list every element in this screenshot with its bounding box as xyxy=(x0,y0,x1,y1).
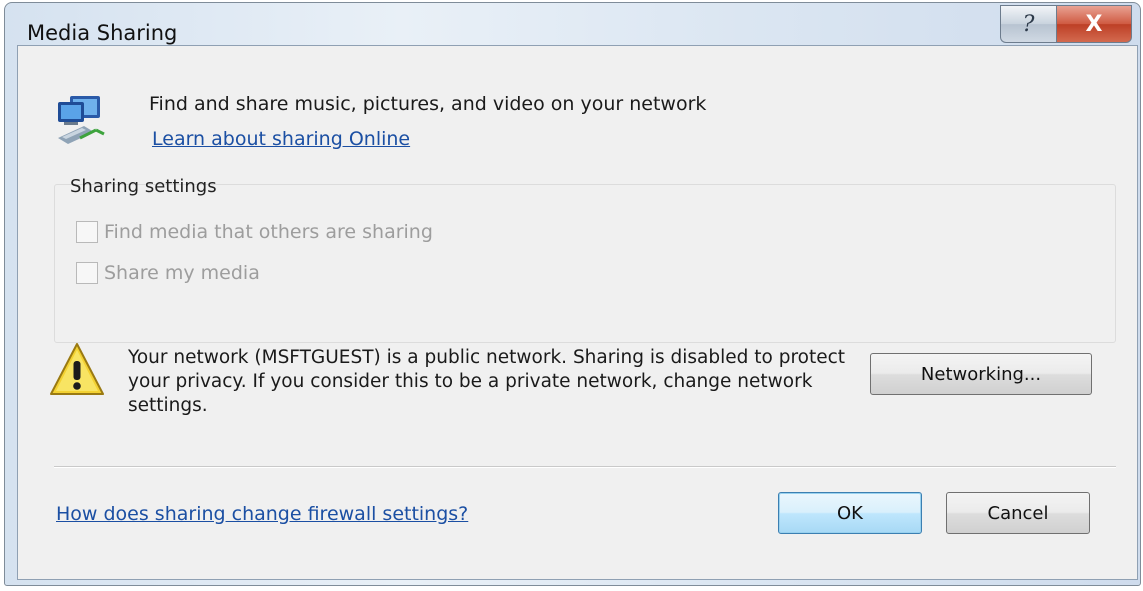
dialog-body: Find and share music, pictures, and vide… xyxy=(17,45,1138,580)
footer-divider xyxy=(54,466,1116,468)
public-network-warning: Your network (MSFTGUEST) is a public net… xyxy=(128,347,846,416)
help-icon: ? xyxy=(1022,11,1035,37)
firewall-settings-link[interactable]: How does sharing change firewall setting… xyxy=(56,503,468,525)
share-my-media-checkbox[interactable] xyxy=(76,262,98,284)
share-my-media-option[interactable]: Share my media xyxy=(76,262,260,284)
title-bar-buttons: ? X xyxy=(1000,5,1132,43)
intro-text: Find and share music, pictures, and vide… xyxy=(149,93,707,115)
close-button[interactable]: X xyxy=(1056,5,1132,43)
help-button[interactable]: ? xyxy=(1000,5,1056,43)
find-media-option[interactable]: Find media that others are sharing xyxy=(76,221,433,243)
media-sharing-dialog: Media Sharing ? X Find and share music, … xyxy=(4,2,1141,586)
sharing-settings-label: Sharing settings xyxy=(70,176,217,197)
find-media-label: Find media that others are sharing xyxy=(104,221,433,243)
share-my-media-label: Share my media xyxy=(104,262,260,284)
cancel-button[interactable]: Cancel xyxy=(946,492,1090,534)
find-media-checkbox[interactable] xyxy=(76,221,98,243)
networking-button[interactable]: Networking... xyxy=(870,353,1092,395)
learn-sharing-link[interactable]: Learn about sharing Online xyxy=(152,128,410,150)
network-media-icon xyxy=(58,96,105,144)
warning-icon xyxy=(50,343,104,395)
ok-button[interactable]: OK xyxy=(778,492,922,534)
close-icon: X xyxy=(1085,11,1103,37)
window-title: Media Sharing xyxy=(27,21,178,45)
